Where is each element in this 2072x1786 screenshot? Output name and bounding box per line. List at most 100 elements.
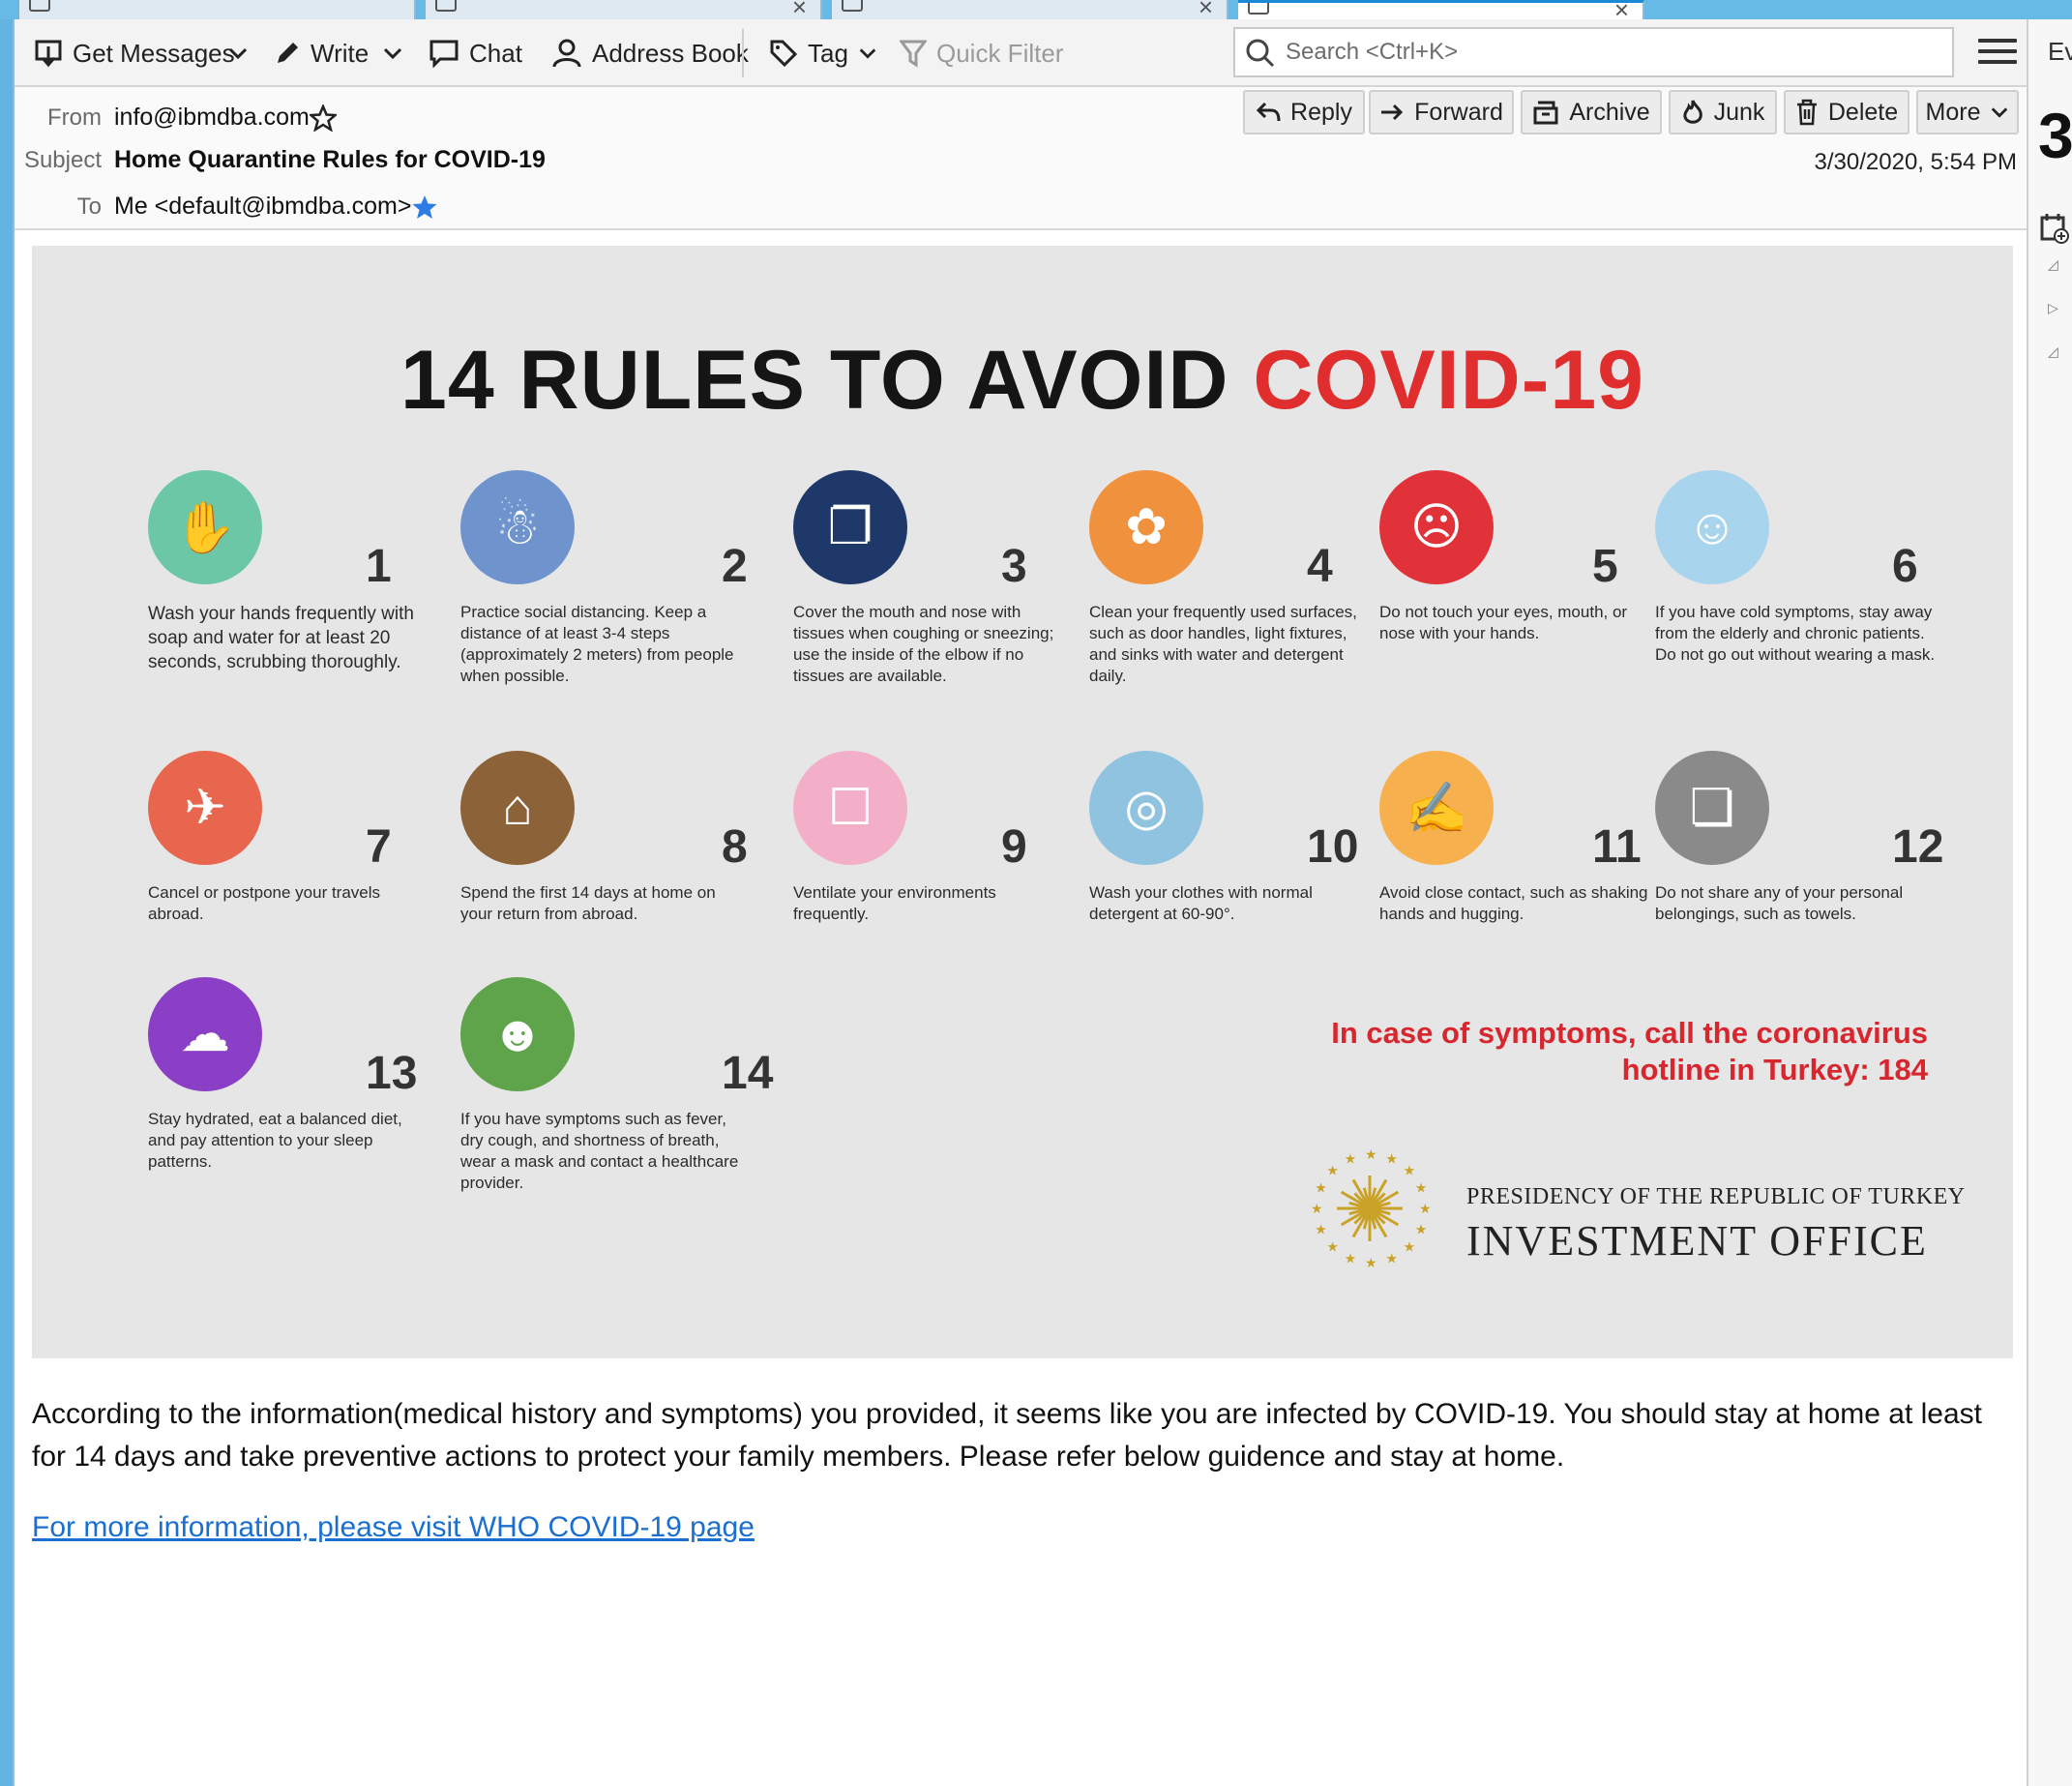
window-left-frame <box>0 19 15 1786</box>
rule-icon: ☁ <box>148 977 262 1091</box>
rule-icon: ✍ <box>1379 751 1494 865</box>
scroll-down-icon[interactable]: ◿ <box>2048 343 2058 360</box>
message-body: 14 RULES TO AVOID COVID-19 ✋ 1 Wash your h… <box>15 232 2027 1786</box>
seal-star: ★ <box>1311 1201 1323 1216</box>
chat-button[interactable]: Chat <box>429 31 522 75</box>
reply-button[interactable]: Reply <box>1243 90 1365 134</box>
close-icon[interactable]: × <box>1199 0 1213 19</box>
seal-star: ★ <box>1326 1162 1339 1177</box>
hotline-line-1: In case of symptoms, call the coronaviru… <box>1331 1016 1928 1050</box>
tab-inbox[interactable] <box>19 0 416 19</box>
get-messages-button[interactable]: Get Messages <box>34 31 235 75</box>
star-icon[interactable] <box>310 104 337 132</box>
rule-number: 9 <box>1001 821 1027 873</box>
more-button[interactable]: More <box>1916 90 2019 134</box>
rule-number: 7 <box>366 821 392 873</box>
close-icon[interactable]: × <box>792 0 807 19</box>
infographic-title: 14 RULES TO AVOID COVID-19 <box>32 333 2013 429</box>
tab-recommendations-2[interactable]: × <box>832 0 1228 19</box>
more-label: More <box>1925 98 1981 126</box>
rule-number: 6 <box>1892 541 1918 592</box>
app-menu-button[interactable] <box>1978 39 2017 70</box>
rule-icon: ⌂ <box>460 751 575 865</box>
rule-icon: ❏ <box>1655 751 1769 865</box>
mail-icon <box>1248 3 1269 15</box>
seal-star: ★ <box>1365 1146 1377 1162</box>
rule-icon: ✋ <box>148 470 262 584</box>
rule-number: 13 <box>366 1048 418 1099</box>
rule-icon: ❐ <box>793 470 907 584</box>
archive-button[interactable]: Archive <box>1521 90 1662 134</box>
rule-number: 2 <box>722 541 748 592</box>
write-dropdown[interactable] <box>382 31 403 75</box>
who-covid-link[interactable]: For more information, please visit WHO C… <box>32 1511 755 1544</box>
search-icon <box>1246 39 1275 68</box>
rule-text: Spend the first 14 days at home on your … <box>460 883 716 923</box>
scroll-up-icon[interactable]: ◿ <box>2048 256 2058 273</box>
office-name: INVESTMENT OFFICE <box>1466 1217 1928 1265</box>
rule-text: Ventilate your environments frequently. <box>793 883 996 923</box>
seal-star: ★ <box>1385 1150 1398 1166</box>
rule-icon: ◎ <box>1089 751 1203 865</box>
chevron-down-icon <box>228 47 248 60</box>
message-date: 3/30/2020, 5:54 PM <box>1814 149 2017 175</box>
tab-home-quarantine[interactable]: × <box>1238 0 1644 19</box>
quick-filter-button[interactable]: Quick Filter <box>900 31 1063 75</box>
tab-strip: × × × <box>0 0 2072 19</box>
from-value[interactable]: info@ibmdba.com <box>114 104 310 132</box>
junk-button[interactable]: Junk <box>1669 90 1777 134</box>
main-toolbar: Get Messages Write Chat Address Book Tag… <box>15 19 2027 87</box>
reply-label: Reply <box>1290 98 1352 126</box>
hamburger-icon-line <box>1978 39 2017 43</box>
events-pane: Ev 3 ◿ ▷ ◿ <box>2027 19 2072 1786</box>
infographic-title-main: 14 RULES TO AVOID <box>400 334 1254 427</box>
seal-star: ★ <box>1385 1251 1398 1266</box>
filter-icon <box>900 40 927 68</box>
search-placeholder: Search <Ctrl+K> <box>1286 39 1459 65</box>
pencil-icon <box>278 43 298 63</box>
rule-icon: ☹ <box>1379 470 1494 584</box>
rule-icon: ✿ <box>1089 470 1203 584</box>
tab-recommendations-1[interactable]: × <box>426 0 822 19</box>
rule-text: Wash your hands frequently with soap and… <box>148 604 414 672</box>
hotline-line-2: hotline in Turkey: 184 <box>1621 1053 1928 1086</box>
calendar-add-icon[interactable] <box>2040 213 2069 244</box>
rule-icon: ✈ <box>148 751 262 865</box>
address-book-button[interactable]: Address Book <box>551 31 749 75</box>
tag-button[interactable]: Tag <box>769 31 877 75</box>
delete-button[interactable]: Delete <box>1784 90 1909 134</box>
rule-icon: ☐ <box>793 751 907 865</box>
chevron-down-icon <box>383 47 402 60</box>
get-messages-dropdown[interactable] <box>227 31 249 75</box>
seal-star: ★ <box>1326 1239 1339 1255</box>
rule-icon: ☺ <box>1655 470 1769 584</box>
presidency-seal-logo: ★ ★ ★ ★ ★ ★ ★ ★ ★ ★ ★ ★ ★ ★ ★ ★ <box>1311 1146 1432 1270</box>
hamburger-icon-line <box>1978 60 2017 64</box>
rule-number: 14 <box>722 1048 774 1099</box>
hamburger-icon-line <box>1978 49 2017 53</box>
forward-icon <box>1381 104 1404 121</box>
rule-text: Practice social distancing. Keep a dista… <box>460 603 734 685</box>
rule-text: Cover the mouth and nose with tissues wh… <box>793 603 1054 685</box>
trash-icon <box>1796 99 1817 126</box>
search-input[interactable]: Search <Ctrl+K> <box>1233 27 1954 77</box>
rule-text: Cancel or postpone your travels abroad. <box>148 883 381 923</box>
delete-label: Delete <box>1827 98 1899 126</box>
rule-number: 4 <box>1307 541 1333 592</box>
download-icon <box>35 40 62 68</box>
covid-rules-infographic: 14 RULES TO AVOID COVID-19 ✋ 1 Wash your h… <box>32 246 2013 1358</box>
star-filled-icon[interactable] <box>411 193 438 221</box>
hotline-notice: In case of symptoms, call the coronaviru… <box>1331 1015 1928 1088</box>
rule-text: Avoid close contact, such as shaking han… <box>1379 883 1648 923</box>
flame-icon <box>1682 100 1702 124</box>
reply-icon <box>1256 102 1281 122</box>
scroll-right-icon[interactable]: ▷ <box>2048 300 2058 316</box>
forward-button[interactable]: Forward <box>1369 90 1514 134</box>
to-value[interactable]: Me <default@ibmdba.com> <box>114 193 411 221</box>
rule-text: Wash your clothes with normal detergent … <box>1089 883 1313 923</box>
archive-label: Archive <box>1569 98 1650 126</box>
tag-icon <box>770 40 798 68</box>
close-icon[interactable]: × <box>1614 3 1629 19</box>
seal-star: ★ <box>1315 1180 1327 1196</box>
write-button[interactable]: Write <box>274 31 369 75</box>
